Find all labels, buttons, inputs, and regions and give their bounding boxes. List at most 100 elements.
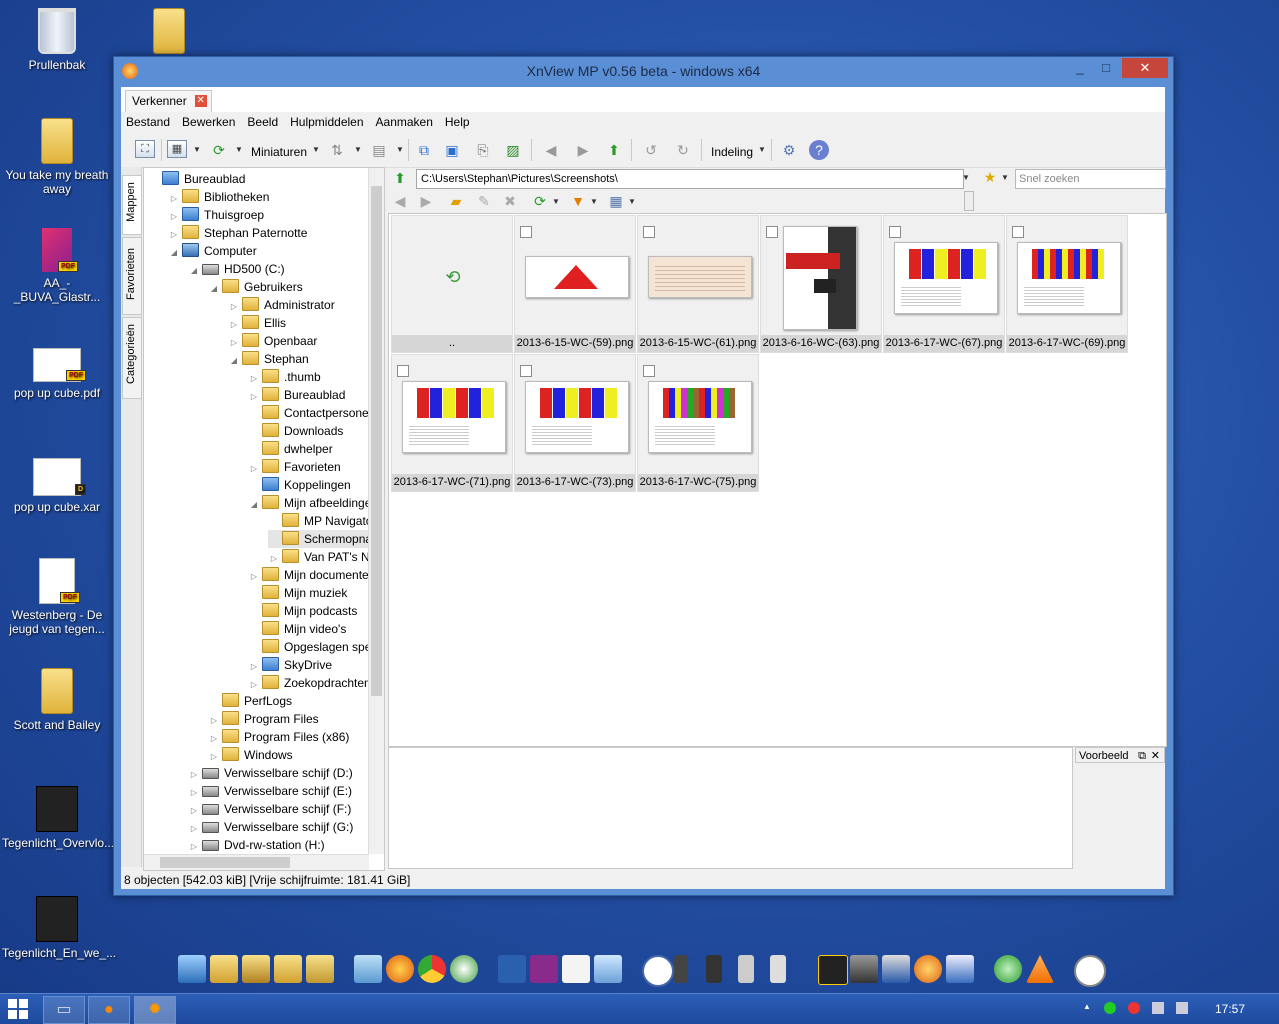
phone-icon[interactable]	[674, 955, 688, 983]
taskbar-clock[interactable]: 17:57	[1200, 1002, 1260, 1016]
folder-icon[interactable]	[306, 955, 334, 983]
select-checkbox[interactable]	[1012, 226, 1024, 238]
path-input[interactable]: C:\Users\Stephan\Pictures\Screenshots\	[416, 169, 964, 189]
chevron-down-icon[interactable]: ▼	[396, 145, 404, 154]
tree-item[interactable]: ◢ Computer	[168, 242, 261, 260]
desktop-icon-tegenlicht-2[interactable]: Tegenlicht_En_we_...	[2, 896, 116, 960]
tree-item[interactable]: ▷ SkyDrive	[248, 656, 336, 674]
bookmark-icon[interactable]: ▤	[369, 140, 389, 160]
tree-horizontal-scrollbar[interactable]	[144, 854, 369, 870]
forward-arrow-icon[interactable]: ▶	[416, 191, 436, 211]
menu-hulpmiddelen[interactable]: Hulpmiddelen	[285, 112, 368, 133]
desktop-icon-folder[interactable]	[114, 8, 224, 58]
chevron-down-icon[interactable]: ▼	[590, 197, 598, 206]
chevron-down-icon[interactable]: ▼	[193, 145, 201, 154]
thumbnail-item[interactable]: 2013-6-17-WC-(73).png	[514, 354, 636, 492]
folder-icon[interactable]	[274, 955, 302, 983]
tool-icon[interactable]	[850, 955, 878, 983]
volume-icon[interactable]	[1176, 1002, 1188, 1014]
network-icon[interactable]	[642, 955, 674, 987]
tree-item[interactable]: ▷ Windows	[208, 746, 297, 764]
close-window-button[interactable]: ✕	[1122, 58, 1168, 78]
tree-item[interactable]: ▷ Administrator	[228, 296, 339, 314]
tree-item[interactable]: ▷ Program Files (x86)	[208, 728, 353, 746]
select-checkbox[interactable]	[643, 226, 655, 238]
fullscreen-icon[interactable]: ⛶	[135, 140, 155, 158]
thumbnail-item[interactable]: 2013-6-15-WC-(59).png	[514, 215, 636, 353]
tree-item[interactable]: ▷ Verwisselbare schijf (D:)	[188, 764, 357, 782]
notes-icon[interactable]	[594, 955, 622, 983]
tree-item[interactable]: ▷ Program Files	[208, 710, 323, 728]
tree-item[interactable]: ▷ Dvd-rw-station (H:)	[188, 836, 329, 854]
favorite-star-icon[interactable]: ★	[980, 167, 1000, 187]
tree-item[interactable]: ◢ Mijn afbeeldingen	[248, 494, 382, 512]
close-icon[interactable]: ✕	[1151, 748, 1160, 764]
expander-icon[interactable]: ◢	[208, 280, 220, 298]
tree-item[interactable]: ▷ Stephan Paternotte	[168, 224, 311, 242]
vlc-icon[interactable]	[1026, 955, 1054, 983]
computer-icon[interactable]	[178, 955, 206, 983]
select-checkbox[interactable]	[520, 365, 532, 377]
side-tab-favorieten[interactable]: Favorieten	[122, 237, 142, 315]
select-checkbox[interactable]	[643, 365, 655, 377]
desktop-icon-pop-up-cube-xar[interactable]: D pop up cube.xar	[2, 458, 112, 514]
tree-item[interactable]: ▷ Mijn documenten	[248, 566, 379, 584]
grid-view-icon[interactable]: ▦	[167, 140, 187, 158]
firefox-icon[interactable]	[386, 955, 414, 983]
rotate-right-icon[interactable]: ↻	[673, 140, 693, 160]
tree-item[interactable]: Mijn video's	[248, 620, 350, 638]
desktop-icon-westenberg-pdf[interactable]: PDF Westenberg - De jeugd van tegen...	[2, 558, 112, 636]
calculator-icon[interactable]	[770, 955, 786, 983]
mail-icon[interactable]	[354, 955, 382, 983]
xara-designer-icon[interactable]	[818, 955, 848, 985]
filter-icon[interactable]: ▼	[568, 191, 588, 211]
menu-bestand[interactable]: Bestand	[121, 112, 175, 133]
network-icon[interactable]	[1152, 1002, 1164, 1014]
thumbnail-item[interactable]: ⟲..	[391, 215, 513, 353]
rotate-left-icon[interactable]: ↺	[641, 140, 661, 160]
desktop-icon-scott-bailey[interactable]: Scott and Bailey	[2, 668, 112, 732]
taskbar-firefox[interactable]: ●	[88, 996, 130, 1024]
thumbnail-item[interactable]: 2013-6-17-WC-(69).png	[1006, 215, 1128, 353]
rename-icon[interactable]: ✎	[474, 191, 494, 211]
back-arrow-icon[interactable]: ◀	[541, 140, 561, 160]
go-up-icon[interactable]: ⬆	[390, 168, 410, 188]
thumbnail-item[interactable]: 2013-6-17-WC-(71).png	[391, 354, 513, 492]
select-checkbox[interactable]	[766, 226, 778, 238]
folder-icon[interactable]	[210, 955, 238, 983]
expander-icon[interactable]: ◢	[188, 262, 200, 280]
thumbnail-item[interactable]: 2013-6-15-WC-(61).png	[637, 215, 759, 353]
start-button[interactable]	[8, 999, 28, 1019]
tree-item[interactable]: Mijn podcasts	[248, 602, 361, 620]
tree-item[interactable]: ◢ HD500 (C:)	[188, 260, 289, 278]
sort-icon[interactable]: ⇅	[327, 140, 347, 160]
chevron-down-icon[interactable]: ▼	[758, 145, 766, 154]
xnview-icon[interactable]	[914, 955, 942, 983]
tree-item[interactable]: ▷ Verwisselbare schijf (E:)	[188, 782, 356, 800]
desktop-icon-tegenlicht-1[interactable]: Tegenlicht_Overvlo...	[2, 786, 114, 850]
delete-icon[interactable]: ✖	[500, 191, 520, 211]
title-bar[interactable]: XnView MP v0.56 beta - windows x64 _ □ ✕	[114, 57, 1173, 87]
desktop-icon-recycle-bin[interactable]: Prullenbak	[2, 8, 112, 72]
thumbnail-item[interactable]: 2013-6-17-WC-(67).png	[883, 215, 1005, 353]
thumbnail-size-slider[interactable]	[964, 191, 974, 211]
tab-verkenner[interactable]: Verkenner ✕	[125, 90, 212, 112]
tree-item[interactable]: Downloads	[248, 422, 347, 440]
taskbar-xnview[interactable]: ✹	[134, 996, 176, 1024]
tree-item[interactable]: ▷ Openbaar	[228, 332, 321, 350]
tree-item[interactable]: ▷ Verwisselbare schijf (G:)	[188, 818, 357, 836]
tree-item[interactable]: ▷ Bureaublad	[248, 386, 349, 404]
tree-item[interactable]: ▷ Bibliotheken	[168, 188, 273, 206]
app-icon[interactable]	[882, 955, 910, 983]
desktop-icon-buva-pdf[interactable]: PDF AA_-_BUVA_Glastr...	[2, 228, 112, 304]
convert-icon[interactable]: ⎘	[473, 140, 493, 160]
tab-close-icon[interactable]: ✕	[194, 95, 207, 107]
tree-item[interactable]: ▷ Verwisselbare schijf (F:)	[188, 800, 355, 818]
select-checkbox[interactable]	[397, 365, 409, 377]
layout-dropdown[interactable]: Indeling	[711, 145, 753, 159]
settings-gear-icon[interactable]: ⚙	[779, 140, 799, 160]
clock-icon[interactable]	[1074, 955, 1106, 987]
media-player-icon[interactable]	[994, 955, 1022, 983]
thumbnail-item[interactable]: 2013-6-17-WC-(75).png	[637, 354, 759, 492]
sync-icon[interactable]: ⟳	[530, 191, 550, 211]
